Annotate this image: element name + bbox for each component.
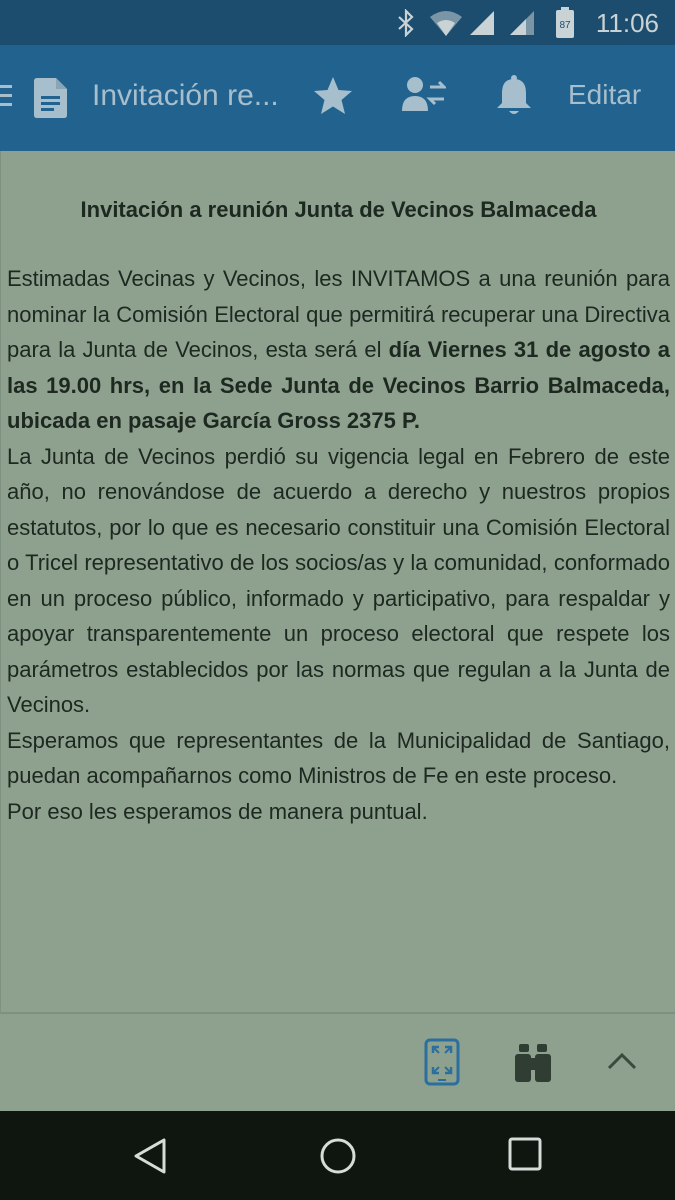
paragraph-closing: Por eso les esperamos de manera puntual. [7, 798, 428, 824]
document-view[interactable]: Invitación a reunión Junta de Vecinos Ba… [0, 151, 675, 1013]
navigation-bar [0, 1111, 675, 1200]
wifi-icon [430, 11, 462, 36]
clock: 11:06 [595, 8, 659, 38]
bluetooth-icon [398, 9, 414, 37]
bottom-toolbar [0, 1013, 675, 1111]
page-title: Invitación re... [92, 79, 279, 112]
paragraph-legal: La Junta de Vecinos perdió su vigencia l… [7, 443, 670, 718]
paragraph-invitation: Estimadas Vecinas y Vecinos, les INVITAM… [7, 261, 670, 439]
document-title: Invitación a reunión Junta de Vecinos Ba… [80, 197, 597, 222]
status-bar: 87 11:06 [0, 0, 675, 45]
paragraph-municipality: Esperamos que representantes de la Munic… [7, 727, 670, 789]
document-icon [34, 78, 67, 118]
star-icon[interactable] [312, 75, 354, 117]
app-bar: Invitación re... Editar [0, 45, 675, 151]
bell-icon[interactable] [496, 75, 532, 117]
home-icon[interactable] [319, 1137, 357, 1175]
share-users-icon[interactable] [402, 75, 446, 115]
document-body: Estimadas Vecinas y Vecinos, les INVITAM… [7, 261, 670, 829]
recents-icon[interactable] [508, 1137, 542, 1171]
back-icon[interactable] [132, 1137, 168, 1175]
binoculars-icon[interactable] [512, 1042, 554, 1084]
signal-icon [470, 11, 494, 35]
fit-page-icon[interactable] [424, 1038, 460, 1086]
chevron-up-icon[interactable] [606, 1050, 638, 1072]
svg-text:87: 87 [559, 20, 571, 31]
menu-icon[interactable] [0, 83, 14, 111]
edit-button[interactable]: Editar [568, 79, 641, 111]
battery-icon: 87 [556, 7, 574, 38]
signal-icon [510, 11, 534, 35]
